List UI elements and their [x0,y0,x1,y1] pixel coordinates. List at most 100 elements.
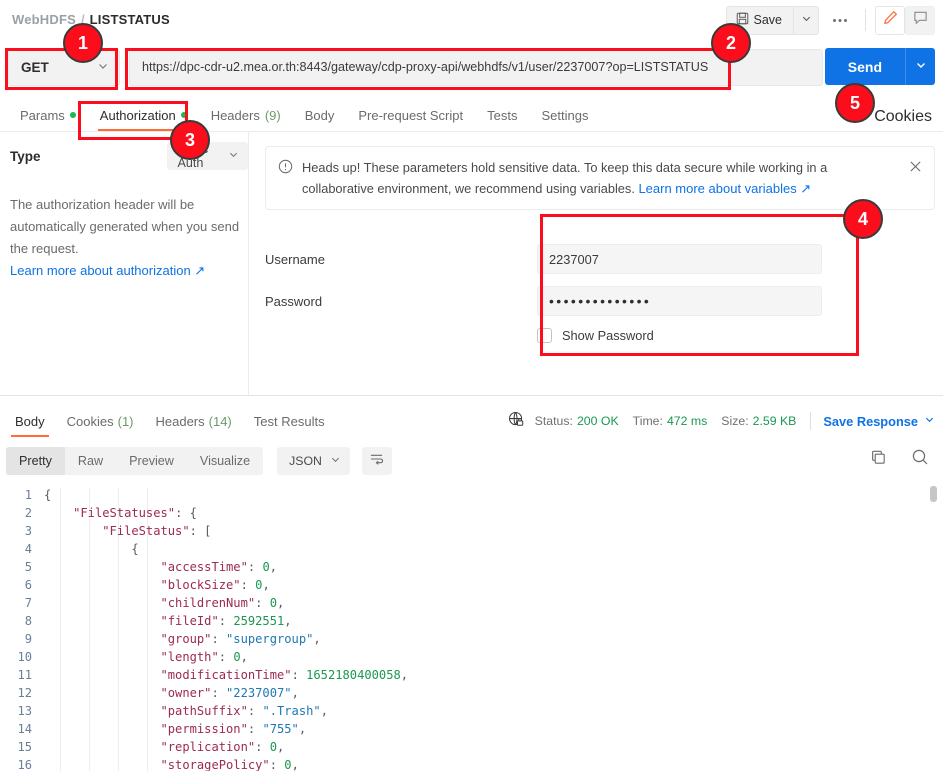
tab-body-label: Body [305,108,335,123]
show-password-label[interactable]: Show Password [562,328,654,343]
tab-params[interactable]: Params [8,100,88,130]
code-token: : [248,560,263,574]
line-number: 8 [0,614,44,628]
response-tab-cookies[interactable]: Cookies (1) [56,407,145,435]
code-token: : [292,668,307,682]
line-number: 14 [0,722,44,736]
time-item: Time: 472 ms [633,414,708,428]
response-divider[interactable] [0,395,943,396]
code-token: "FileStatuses" [73,506,175,520]
code-line-text: "owner": "2237007", [44,686,299,700]
status-value: 200 OK [577,414,619,428]
code-token: : [ [190,524,212,538]
code-token: "replication" [161,740,256,754]
save-options-button[interactable] [793,6,819,35]
code-token: : [211,632,226,646]
send-button[interactable]: Send [825,48,905,85]
code-scrollbar-thumb[interactable] [930,486,937,502]
save-button-label: Save [754,13,783,27]
status-label: Status: [535,414,573,428]
response-tab-test-results[interactable]: Test Results [243,407,336,435]
search-icon[interactable] [911,448,929,471]
tab-tests[interactable]: Tests [475,100,529,130]
code-line: 10 "length": 0, [0,648,943,666]
code-line-text: "childrenNum": 0, [44,596,284,610]
code-token: : [241,578,256,592]
tab-settings[interactable]: Settings [529,100,600,130]
code-line-text: "FileStatuses": { [44,506,197,520]
tab-body[interactable]: Body [293,100,347,130]
request-url-input[interactable]: https://dpc-cdr-u2.mea.or.th:8443/gatewa… [129,49,823,86]
view-mode-pretty[interactable]: Pretty [6,447,65,475]
code-scrollbar[interactable] [930,486,937,771]
code-token: "storagePolicy" [161,758,270,771]
code-line: 14 "permission": "755", [0,720,943,738]
response-tab-body[interactable]: Body [4,407,56,435]
more-options-button[interactable] [824,6,856,35]
line-number: 10 [0,650,44,664]
tab-pre-request-script[interactable]: Pre-request Script [346,100,475,130]
code-token: : [219,650,234,664]
send-options-button[interactable] [905,48,935,85]
edit-request-button[interactable] [875,6,905,35]
password-input[interactable]: •••••••••••••• [537,286,822,316]
code-token: "group" [161,632,212,646]
auth-learn-more-link[interactable]: Learn more about authorization ↗ [10,263,205,278]
chevron-down-icon [801,11,812,29]
code-token: 1652180400058 [306,668,401,682]
code-token: { [44,488,51,502]
response-tab-cookies-label: Cookies [67,414,114,429]
view-mode-visualize[interactable]: Visualize [187,447,263,475]
size-item: Size: 2.59 KB [721,414,796,428]
response-meta: Status: 200 OK Time: 472 ms Size: 2.59 K… [508,411,935,431]
response-format-select[interactable]: JSON [277,447,350,475]
response-tab-test-results-label: Test Results [254,414,325,429]
response-body-toolbar: Pretty Raw Preview Visualize JSON [0,444,943,478]
tab-headers[interactable]: Headers (9) [199,100,293,130]
save-button[interactable]: Save [726,6,794,35]
username-input[interactable]: 2237007 [537,244,822,274]
sensitive-data-notice: Heads up! These parameters hold sensitiv… [265,146,935,210]
view-mode-raw[interactable]: Raw [65,447,116,475]
copy-icon[interactable] [870,449,887,471]
chevron-down-icon[interactable] [924,414,935,428]
code-token: : [219,614,234,628]
auth-type-select[interactable]: Basic Auth [167,142,248,170]
breadcrumb-collection[interactable]: WebHDFS [12,12,76,27]
view-mode-preview[interactable]: Preview [116,447,187,475]
line-number: 13 [0,704,44,718]
code-token: "owner" [161,686,212,700]
info-circle-icon [278,159,293,179]
credentials-grid: Username 2237007 Password ••••••••••••••… [265,238,935,343]
wrap-lines-icon [369,452,384,471]
close-icon[interactable] [909,160,922,178]
ellipsis-icon [832,18,848,23]
auth-type-value: Basic Auth [178,142,228,170]
code-token: : { [175,506,197,520]
url-bar: GET https://dpc-cdr-u2.mea.or.th:8443/ga… [0,47,943,87]
globe-lock-icon [508,411,525,431]
response-tab-headers[interactable]: Headers (14) [145,407,243,435]
response-body-code[interactable]: 1{2 "FileStatuses": {3 "FileStatus": [4 … [0,486,943,771]
code-token: : [270,758,285,771]
line-number: 2 [0,506,44,520]
chevron-down-icon [330,454,341,468]
save-response-button[interactable]: Save Response [823,414,918,429]
breadcrumb-separator: / [81,12,85,27]
comments-button[interactable] [905,6,935,35]
code-line-text: "fileId": 2592551, [44,614,292,628]
line-number: 6 [0,578,44,592]
code-token: { [131,542,138,556]
wrap-lines-button[interactable] [362,447,392,475]
code-line-text: "group": "supergroup", [44,632,321,646]
breadcrumb-request[interactable]: LISTSTATUS [90,12,170,27]
code-token: , [277,596,284,610]
notice-learn-more-link[interactable]: Learn more about variables ↗ [638,181,811,196]
show-password-checkbox[interactable] [537,328,552,343]
http-method-select[interactable]: GET [8,49,120,86]
auth-description: The authorization header will be automat… [0,194,240,260]
tab-authorization[interactable]: Authorization [88,100,199,130]
code-line: 1{ [0,486,943,504]
tab-authorization-label: Authorization [100,108,176,123]
code-line-text: { [44,542,139,556]
